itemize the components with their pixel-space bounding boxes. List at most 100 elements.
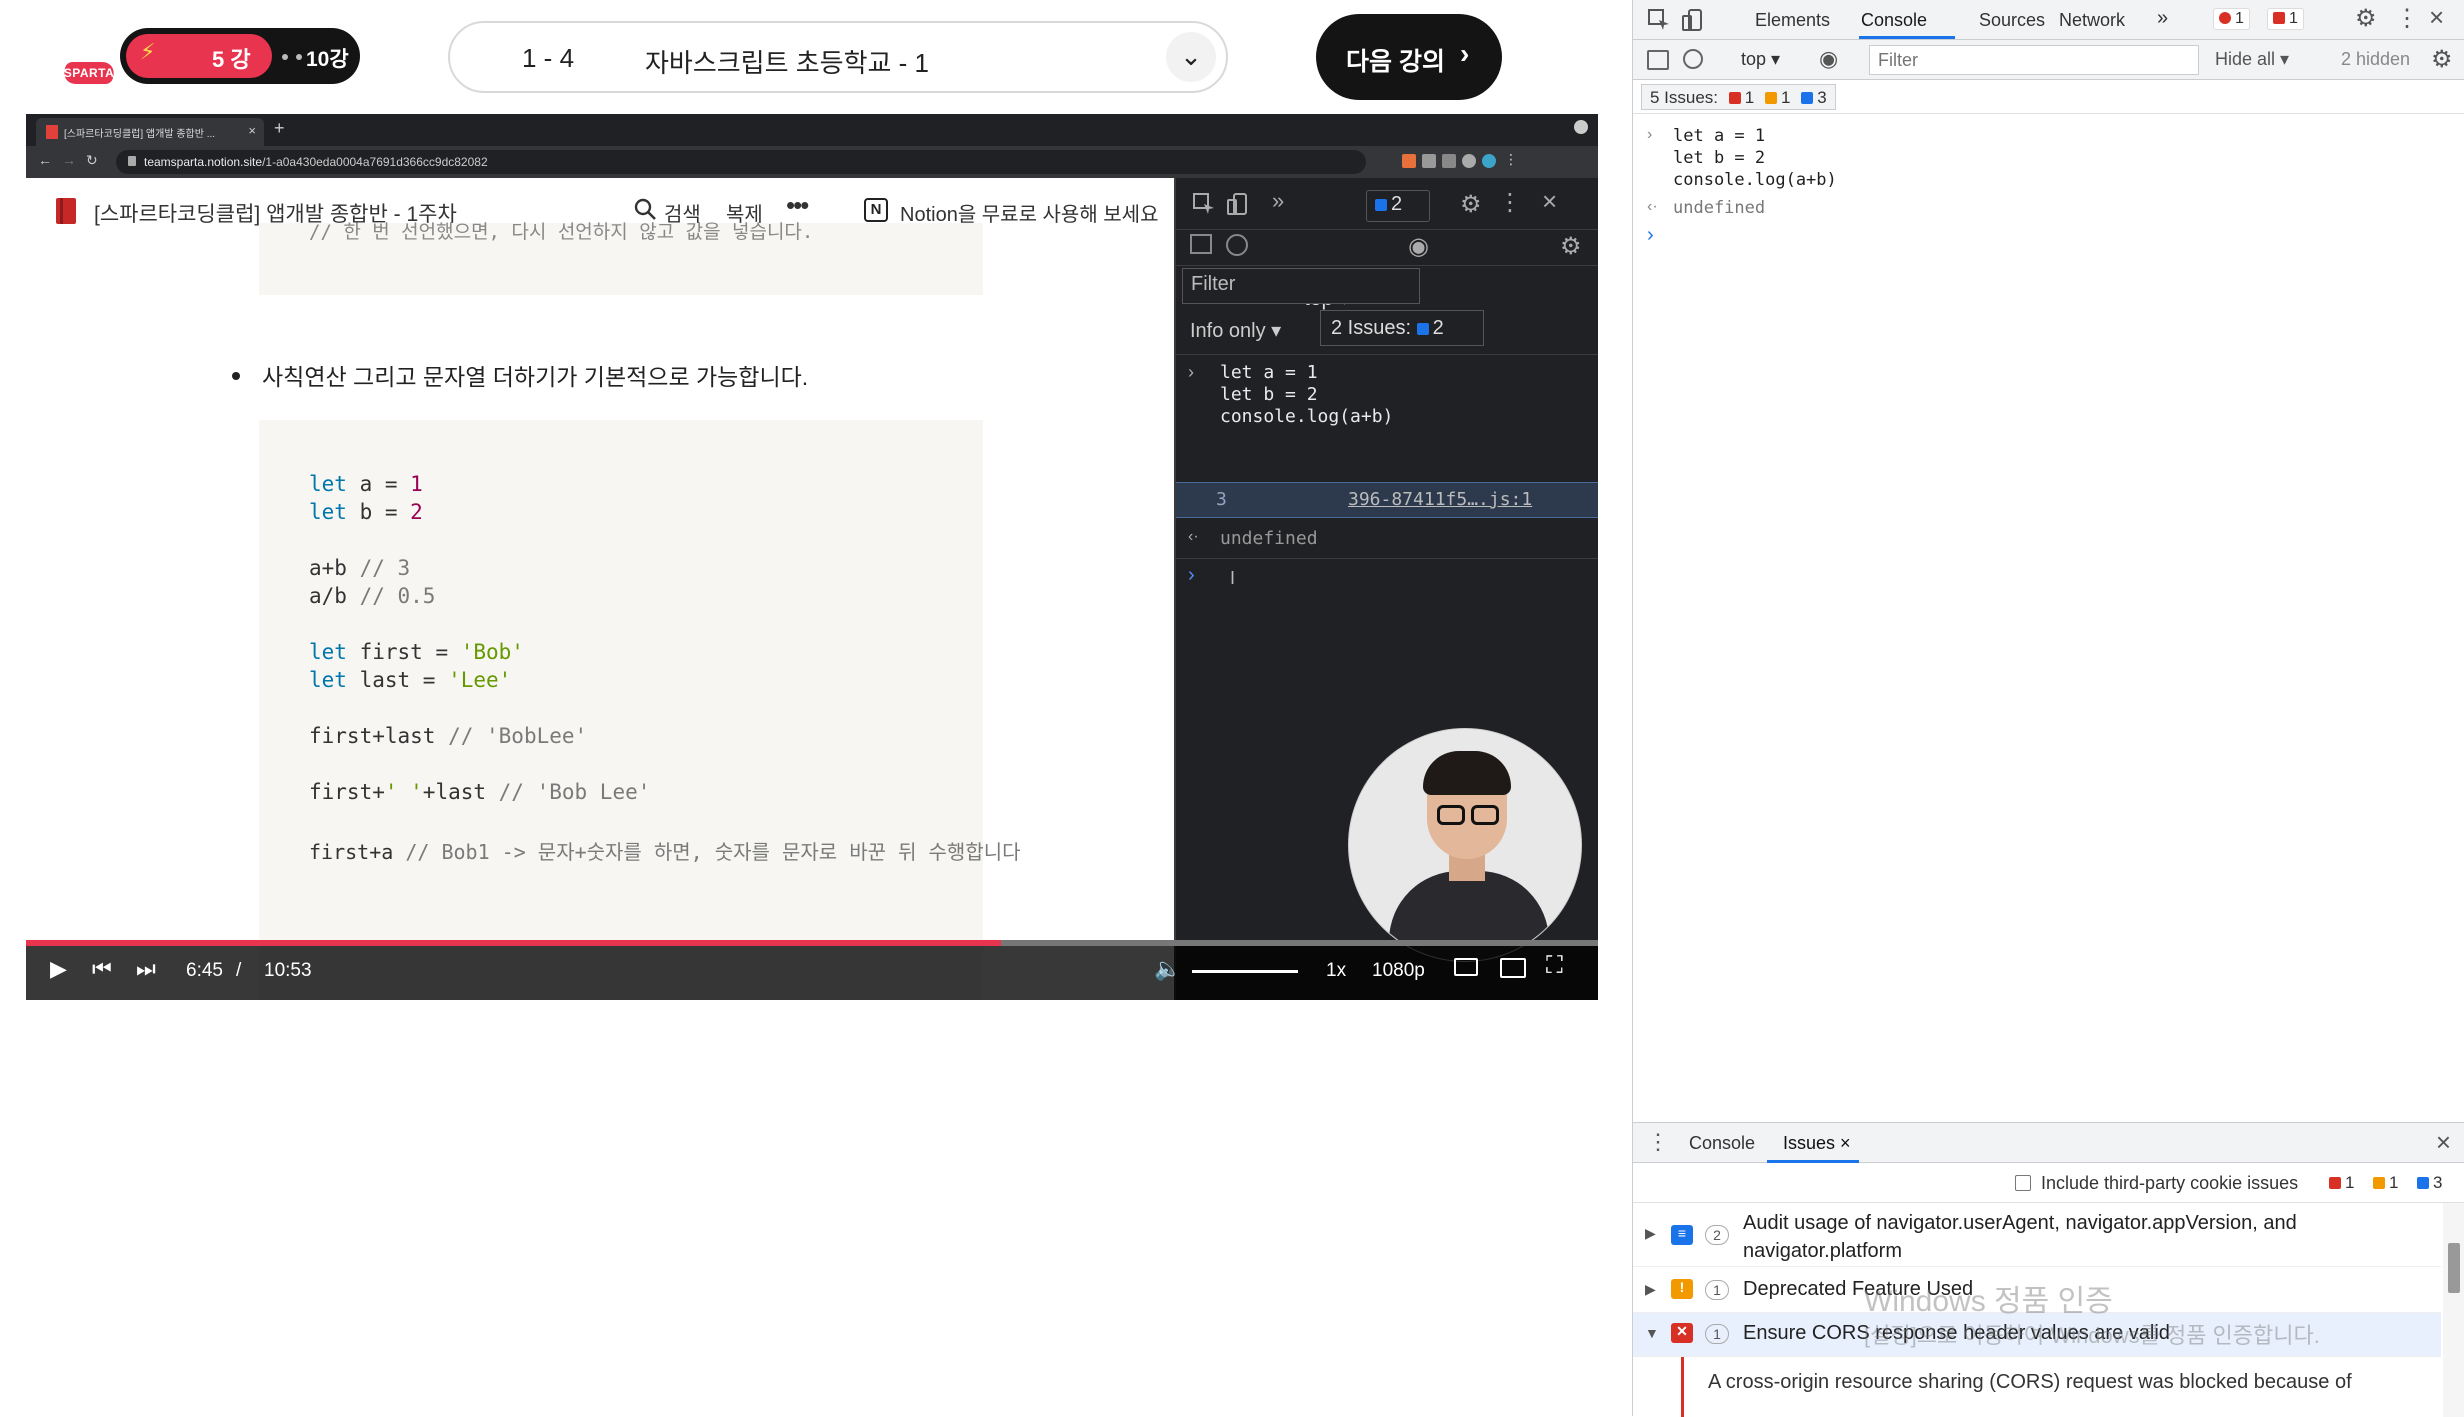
tab-sources[interactable]: Sources	[1979, 10, 2045, 31]
extension-icon	[1402, 154, 1416, 168]
more-tabs-icon[interactable]: »	[2157, 7, 2168, 30]
quality-select[interactable]: 1080p	[1372, 960, 1425, 982]
console-input-line: let b = 2	[1673, 148, 1766, 168]
prompt-icon: ›	[1188, 564, 1195, 586]
chevron-right-icon: ›	[1188, 362, 1194, 382]
code-line: let a = 1	[309, 472, 423, 496]
recorded-filter-input: Filter	[1182, 268, 1420, 304]
seek-bar[interactable]	[26, 940, 1598, 946]
drawer-scrollbar[interactable]	[2443, 1203, 2464, 1417]
tab-network[interactable]: Network	[2059, 10, 2125, 31]
warning-icon: !	[1671, 1279, 1693, 1299]
pip-icon[interactable]	[1500, 958, 1526, 978]
sparta-logo[interactable]: SPARTA	[60, 58, 118, 92]
time-separator: /	[236, 960, 242, 981]
log-level-select[interactable]: Hide all ▾	[2215, 49, 2289, 70]
current-lesson-count: 5 강	[212, 47, 251, 72]
issue-row[interactable]: ▶ ≡ 2 Audit usage of navigator.userAgent…	[1633, 1207, 2441, 1267]
playback-speed[interactable]: 1x	[1326, 960, 1346, 982]
code-block-previous: // 한 번 선언했으면, 다시 선언하지 않고 값을 넣습니다.	[259, 221, 983, 295]
console-input-line: let a = 1	[1673, 126, 1766, 146]
bullet-dot	[232, 372, 240, 380]
previous-icon[interactable]: ⏮	[92, 956, 112, 982]
error-badge[interactable]: 1	[2213, 8, 2250, 30]
device-toggle-icon[interactable]	[1681, 8, 1705, 32]
issues-toolbar: Include third-party cookie issues 1 1 3	[1633, 1163, 2464, 1203]
lecture-video[interactable]: [스파르타코딩클럽] 앱개발 종합반 ... × + ← → ↻ teamspa…	[26, 114, 1598, 1000]
error-count: 1	[2329, 1173, 2354, 1193]
close-icon[interactable]: ×	[2436, 1127, 2451, 1158]
course-player-page: SPARTA ⚡ 5 강 10강 1 - 4 자바스크립트 초등학교 - 1 ⌄…	[0, 0, 1632, 1416]
gear-icon[interactable]: ⚙	[2431, 45, 2453, 74]
drawer-tab-issues[interactable]: Issues ×	[1783, 1133, 1851, 1154]
warning-icon	[1764, 92, 1777, 104]
sidebar-toggle-icon[interactable]	[1647, 50, 1669, 70]
info-count: 3	[2417, 1173, 2442, 1193]
instructor-webcam	[1348, 728, 1582, 962]
drawer-tab-console[interactable]: Console	[1689, 1133, 1755, 1154]
kebab-menu-icon[interactable]: ⋮	[1647, 1129, 1669, 1155]
drawer-tabbar: ⋮ Console Issues × ×	[1633, 1123, 2464, 1163]
chevron-down-icon: ⌄	[1180, 41, 1202, 71]
console-output[interactable]: › let a = 1 let b = 2 console.log(a+b) ‹…	[1633, 114, 2464, 1122]
lesson-title: 자바스크립트 초등학교 - 1	[645, 48, 929, 78]
issue-badge[interactable]: 1	[2267, 8, 2304, 30]
gear-icon: ⚙	[1460, 191, 1482, 218]
total-time: 10:53	[264, 960, 312, 981]
lesson-dropdown[interactable]: 1 - 4 자바스크립트 초등학교 - 1 ⌄	[448, 21, 1228, 93]
reload-icon: ↻	[86, 152, 98, 168]
prompt-icon[interactable]: ›	[1647, 224, 1654, 247]
book-icon	[56, 198, 76, 224]
close-icon[interactable]: ×	[2429, 2, 2444, 33]
next-lesson-button[interactable]: 다음 강의 ›	[1316, 14, 1502, 100]
scrollbar-thumb[interactable]	[2448, 1243, 2460, 1293]
recorded-browser-tabbar: [스파르타코딩클럽] 앱개발 종합반 ... × +	[26, 114, 1598, 146]
logo-text: SPARTA	[63, 66, 115, 80]
eye-icon[interactable]: ◉	[1819, 46, 1838, 72]
code-line: a/b // 0.5	[309, 584, 436, 608]
issue-detail-text: A cross-origin resource sharing (CORS) r…	[1708, 1371, 2352, 1393]
code-line: a+b // 3	[309, 556, 411, 580]
inspect-icon[interactable]	[1647, 8, 1671, 32]
play-icon[interactable]: ▶	[50, 956, 67, 982]
close-icon[interactable]: ×	[1840, 1133, 1851, 1153]
filter-input[interactable]	[1869, 45, 2199, 75]
subtitles-icon[interactable]	[1454, 958, 1478, 976]
clear-console-icon	[1226, 234, 1248, 256]
forward-icon: →	[62, 152, 76, 168]
lock-icon	[128, 156, 136, 166]
tab-title: [스파르타코딩클럽] 앱개발 종합반 ...	[64, 129, 216, 140]
volume-slider[interactable]	[1192, 970, 1298, 973]
total-lesson-count: 10강	[306, 48, 349, 71]
glasses-left	[1437, 805, 1465, 825]
next-lesson-label: 다음 강의	[1346, 48, 1445, 76]
next-icon[interactable]: ⏭	[136, 956, 156, 982]
kebab-menu-icon[interactable]: ⋮	[2395, 4, 2419, 33]
clear-console-icon[interactable]	[1683, 49, 1703, 69]
issue-count: 2	[1705, 1225, 1729, 1245]
info-icon	[1416, 323, 1429, 335]
gear-icon: ⚙	[1560, 233, 1582, 260]
context-select[interactable]: top ▾	[1741, 49, 1780, 70]
warning-icon	[2373, 1177, 2385, 1189]
third-party-checkbox[interactable]	[2015, 1175, 2031, 1191]
progress-dot	[296, 54, 302, 60]
devtools-panel: Elements Console Sources Network » 1 1 ⚙…	[1632, 0, 2464, 1417]
lesson-progress-pill: ⚡ 5 강 10강	[120, 28, 360, 84]
code-line: first+a // Bob1 -> 문자+숫자를 하면, 숫자를 문자로 바꾼…	[309, 840, 1021, 864]
fullscreen-icon[interactable]: ⛶	[1546, 952, 1563, 980]
console-input-line: console.log(a+b)	[1220, 406, 1394, 427]
notion-page: [스파르타코딩클럽] 앱개발 종합반 - 1주차 검색 복제 ••• N Not…	[26, 178, 1174, 1000]
tab-elements[interactable]: Elements	[1755, 10, 1830, 31]
dropdown-toggle-button[interactable]: ⌄	[1166, 32, 1216, 82]
seek-bar-progress	[26, 940, 1001, 946]
plus-icon: +	[274, 118, 285, 138]
issues-button[interactable]: 5 Issues: 1 1 3	[1641, 84, 1836, 110]
glasses-right	[1471, 805, 1499, 825]
video-controls: ▶ ⏮ ⏭ 6:45 / 10:53 🔈 1x 1080p ⛶	[26, 940, 1598, 1000]
recorded-browser-tab: [스파르타코딩클럽] 앱개발 종합반 ... ×	[36, 118, 264, 146]
tab-console[interactable]: Console	[1861, 10, 1927, 31]
gear-icon[interactable]: ⚙	[2355, 4, 2377, 33]
volume-icon[interactable]: 🔈	[1154, 956, 1181, 982]
lesson-number: 1 - 4	[522, 43, 575, 73]
